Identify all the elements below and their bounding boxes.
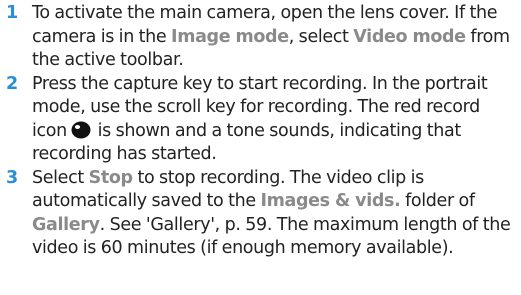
step-text: Press the capture key to start recording…	[32, 73, 516, 167]
step-number: 3	[6, 167, 19, 188]
step-text-segment: . See 'Gallery', p. 59. The maximum leng…	[32, 214, 511, 259]
ui-term: Gallery	[32, 214, 100, 235]
step-number: 1	[6, 3, 19, 23]
step-item: 3 Select Stop to stop recording. The vide…	[6, 167, 521, 261]
step-item: 1 To activate the main camera, open the l…	[6, 2, 521, 73]
ui-term: Image mode	[171, 26, 289, 47]
ui-term: Stop	[88, 167, 133, 188]
ui-term: Images & vids.	[260, 191, 401, 211]
ui-term: Video mode	[353, 26, 466, 47]
record-icon	[71, 121, 91, 139]
step-text: Select Stop to stop recording. The video…	[32, 167, 516, 261]
instruction-document: 1 To activate the main camera, open the l…	[0, 0, 521, 295]
step-text-segment: Select	[32, 167, 89, 188]
step-text: To activate the main camera, open the le…	[32, 2, 516, 73]
step-number: 2	[6, 73, 19, 94]
step-text-segment: folder of	[400, 191, 475, 211]
step-item: 2 Press the capture key to start recordin…	[6, 73, 521, 167]
step-list: 1 To activate the main camera, open the l…	[6, 2, 521, 261]
step-text-segment: is shown and a tone sounds, indicating t…	[32, 120, 461, 165]
step-text-segment: , select	[288, 26, 354, 47]
